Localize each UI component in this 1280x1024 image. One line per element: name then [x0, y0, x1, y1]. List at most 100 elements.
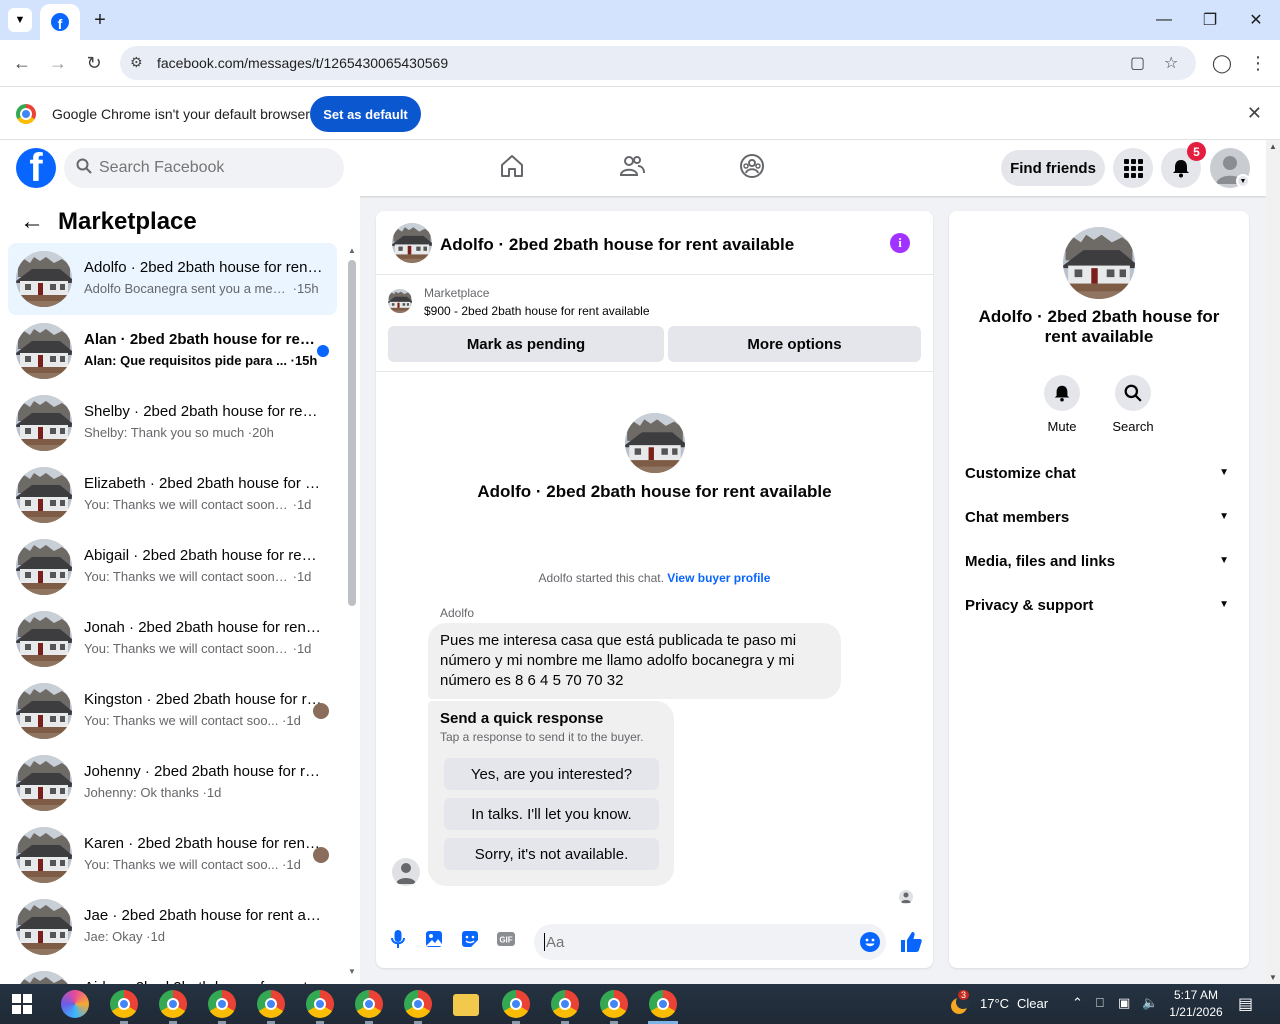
restore-icon[interactable]: ❐ — [1198, 8, 1222, 32]
friends-icon[interactable] — [618, 152, 648, 182]
chrome-taskbar-icon[interactable] — [110, 990, 138, 1018]
more-options-button[interactable]: More options — [668, 326, 921, 362]
info-icon[interactable]: i — [890, 233, 910, 253]
sidebar-scrollbar[interactable]: ▲ ▼ — [346, 246, 358, 976]
chrome-taskbar-icon[interactable] — [159, 990, 187, 1018]
conversation-item[interactable]: Jae · 2bed 2bath house for rent availabl… — [8, 891, 337, 963]
started-text: Adolfo started this chat. — [538, 571, 664, 585]
address-bar[interactable]: ⚙ facebook.com/messages/t/12654300654305… — [120, 46, 1196, 80]
conversation-item[interactable]: Kingston · 2bed 2bath house for rent ava… — [8, 675, 337, 747]
gif-icon[interactable]: GIF — [496, 929, 516, 949]
groups-icon[interactable] — [738, 152, 768, 182]
quick-response-talks-button[interactable]: In talks. I'll let you know. — [444, 798, 659, 830]
chrome-taskbar-icon[interactable] — [551, 990, 579, 1018]
notification-center-icon[interactable]: ▤ — [1238, 994, 1253, 1014]
network-icon[interactable]: ⎕ — [1096, 995, 1104, 1011]
browser-tab-facebook[interactable]: f — [40, 4, 80, 40]
conversation-item[interactable]: Elizabeth · 2bed 2bath house for rent av… — [8, 459, 337, 531]
scroll-up-icon[interactable]: ▲ — [1269, 142, 1277, 151]
display-icon[interactable]: ▣ — [1118, 995, 1130, 1011]
weather-desc[interactable]: Clear — [1017, 996, 1048, 1011]
quick-response-yes-button[interactable]: Yes, are you interested? — [444, 758, 659, 790]
site-info-icon[interactable]: ⚙ — [130, 54, 143, 71]
message-input[interactable] — [544, 933, 844, 951]
emoji-icon[interactable] — [860, 932, 880, 952]
bookmark-star-icon[interactable]: ☆ — [1164, 53, 1178, 73]
search-in-chat-button[interactable]: Search — [1103, 375, 1163, 434]
conversation-item[interactable]: Shelby · 2bed 2bath house for rent avail… — [8, 387, 337, 459]
listing-price-title[interactable]: $900 - 2bed 2bath house for rent availab… — [424, 304, 650, 318]
menu-grid-button[interactable] — [1113, 148, 1153, 188]
chrome-taskbar-icon[interactable] — [208, 990, 236, 1018]
info-avatar[interactable] — [1063, 227, 1135, 299]
find-friends-button[interactable]: Find friends — [1001, 150, 1105, 186]
view-buyer-profile-link[interactable]: View buyer profile — [667, 571, 770, 585]
close-window-icon[interactable]: ✕ — [1244, 8, 1268, 32]
search-input[interactable] — [99, 148, 329, 188]
windows-start-icon[interactable] — [12, 994, 32, 1014]
url-text[interactable]: facebook.com/messages/t/1265430065430569 — [157, 55, 448, 71]
page-scrollbar[interactable]: ▲ ▼ — [1266, 140, 1280, 984]
quick-response-unavailable-button[interactable]: Sorry, it's not available. — [444, 838, 659, 870]
tab-search-dropdown-icon[interactable]: ▼ — [8, 8, 32, 32]
back-icon[interactable]: ← — [10, 51, 34, 75]
back-arrow-icon[interactable]: ← — [20, 208, 44, 236]
conversation-item[interactable]: Abigail · 2bed 2bath house for rent avai… — [8, 531, 337, 603]
message-input-wrapper[interactable] — [534, 924, 886, 960]
conversation-item[interactable]: Johenny · 2bed 2bath house for rent avai… — [8, 747, 337, 819]
scrollbar-thumb[interactable] — [348, 260, 356, 606]
mute-button[interactable]: Mute — [1032, 375, 1092, 434]
photo-icon[interactable] — [424, 929, 444, 949]
chat-title[interactable]: Adolfo · 2bed 2bath house for rent avail… — [440, 235, 794, 255]
sticker-icon[interactable] — [460, 929, 480, 949]
infobar-close-icon[interactable]: ✕ — [1247, 103, 1262, 124]
customize-chat-row[interactable]: Customize chat ▼ — [949, 451, 1249, 495]
scroll-down-icon[interactable]: ▼ — [1269, 973, 1277, 982]
sender-avatar[interactable] — [392, 858, 420, 886]
thumbs-up-icon[interactable] — [899, 930, 923, 954]
reload-icon[interactable]: ↻ — [82, 51, 106, 75]
scroll-up-icon[interactable]: ▲ — [348, 246, 356, 255]
chat-avatar[interactable] — [392, 223, 432, 263]
show-hidden-icons-icon[interactable]: ⌃ — [1072, 995, 1083, 1011]
taskbar-clock[interactable]: 5:17 AM 1/21/2026 — [1168, 987, 1224, 1021]
privacy-support-row[interactable]: Privacy & support ▼ — [949, 583, 1249, 627]
notification-badge: 5 — [1187, 142, 1206, 161]
conversation-item[interactable]: Alan · 2bed 2bath house for rent availab… — [8, 315, 337, 387]
copilot-icon[interactable] — [61, 990, 89, 1018]
chrome-taskbar-icon[interactable] — [355, 990, 383, 1018]
account-chevron-down-icon[interactable]: ▼ — [1236, 174, 1250, 188]
chrome-taskbar-icon[interactable] — [257, 990, 285, 1018]
home-icon[interactable] — [498, 152, 528, 182]
weather-temp[interactable]: 17°C — [980, 996, 1009, 1011]
chrome-menu-icon[interactable]: ⋮ — [1246, 51, 1270, 75]
forward-icon[interactable]: → — [46, 51, 70, 75]
listing-thumbnail[interactable] — [388, 289, 412, 313]
file-explorer-icon[interactable] — [453, 994, 479, 1016]
privacy-support-label: Privacy & support — [965, 597, 1094, 614]
install-app-icon[interactable]: ▢ — [1130, 53, 1145, 73]
profile-icon[interactable]: ◯ — [1210, 51, 1234, 75]
chrome-taskbar-icon[interactable] — [649, 990, 677, 1018]
set-as-default-button[interactable]: Set as default — [310, 96, 421, 132]
chrome-taskbar-icon[interactable] — [306, 990, 334, 1018]
volume-icon[interactable]: 🔈 — [1142, 995, 1158, 1011]
media-files-links-row[interactable]: Media, files and links ▼ — [949, 539, 1249, 583]
facebook-logo-icon[interactable]: f — [16, 148, 56, 188]
chrome-taskbar-icon[interactable] — [600, 990, 628, 1018]
conversation-item[interactable]: Jonah · 2bed 2bath house for rent availa… — [8, 603, 337, 675]
conversation-item[interactable]: Karen · 2bed 2bath house for rent availa… — [8, 819, 337, 891]
scroll-down-icon[interactable]: ▼ — [348, 967, 356, 976]
new-tab-icon[interactable]: + — [88, 8, 112, 32]
conversation-item[interactable]: Adolfo · 2bed 2bath house for rent avail… — [8, 243, 337, 315]
message-bubble[interactable]: Pues me interesa casa que está publicada… — [428, 623, 841, 699]
chat-members-row[interactable]: Chat members ▼ — [949, 495, 1249, 539]
facebook-search[interactable] — [64, 148, 344, 188]
chrome-taskbar-icon[interactable] — [502, 990, 530, 1018]
conversation-avatar — [16, 323, 72, 379]
minimize-icon[interactable]: — — [1152, 8, 1176, 32]
mark-as-pending-button[interactable]: Mark as pending — [388, 326, 664, 362]
conversation-item[interactable]: Aiden · 2bed 2bath house for rent availa… — [8, 963, 337, 984]
microphone-icon[interactable] — [388, 929, 408, 949]
chrome-taskbar-icon[interactable] — [404, 990, 432, 1018]
